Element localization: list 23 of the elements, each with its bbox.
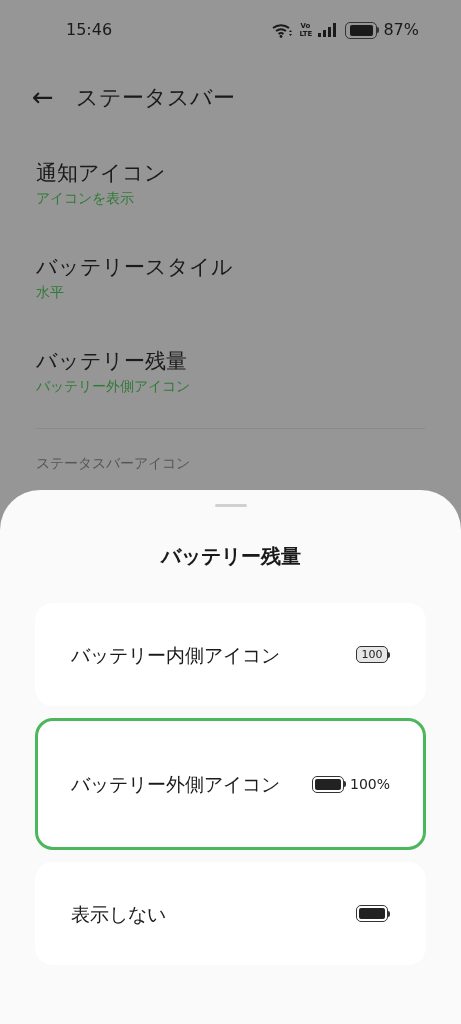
battery-percent: 87% [383, 19, 419, 41]
option-label: バッテリー外側アイコン [71, 772, 280, 797]
battery-icon [311, 775, 346, 793]
drag-handle[interactable] [214, 504, 247, 507]
section-heading: ステータスバーアイコン [36, 454, 191, 473]
option-label: バッテリー内側アイコン [71, 642, 280, 668]
battery-icon: 100 [356, 646, 390, 663]
setting-item[interactable]: 通知アイコン アイコンを表示 [36, 136, 425, 230]
setting-item[interactable]: バッテリー残量 バッテリー外側アイコン [36, 324, 425, 418]
setting-item[interactable]: バッテリースタイル 水平 [36, 230, 425, 324]
option-label: 表示しない [71, 901, 166, 927]
option-card[interactable]: バッテリー外側アイコン 100% [35, 718, 426, 850]
back-button[interactable]: ← [32, 84, 54, 110]
page-title: ステータスバー [75, 83, 235, 112]
sheet-title: バッテリー残量 [160, 543, 301, 570]
battery-icon [356, 905, 390, 922]
option-card[interactable]: 表示しない [35, 862, 426, 965]
clock: 15:46 [66, 19, 113, 41]
battery-icon [345, 21, 380, 39]
signal-icon [318, 23, 339, 37]
wifi-icon [272, 22, 293, 38]
battery-percent: 100% [349, 774, 390, 794]
option-card[interactable]: バッテリー内側アイコン 100 [35, 603, 426, 706]
